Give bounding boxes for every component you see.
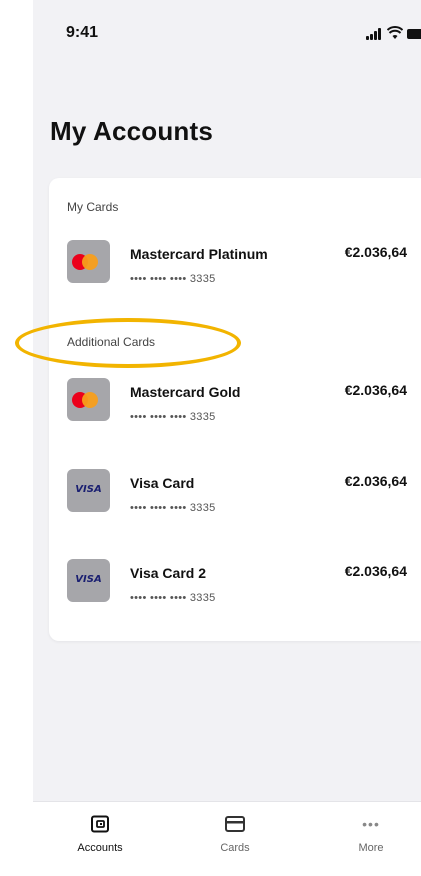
card-balance: €2.036,64 [344, 382, 407, 398]
status-bar: 9:41 [33, 0, 421, 70]
card-row[interactable]: VISA Visa Card 2 •••• •••• •••• 3335 €2.… [65, 559, 421, 609]
wifi-icon [387, 26, 403, 39]
card-row[interactable]: Mastercard Gold •••• •••• •••• 3335 €2.0… [65, 378, 421, 428]
tab-accounts[interactable]: Accounts [50, 802, 150, 876]
highlight-annotation-ellipse [15, 318, 241, 368]
card-number: •••• •••• •••• 3335 [130, 273, 216, 285]
card-number: •••• •••• •••• 3335 [130, 592, 216, 604]
card-name: Visa Card 2 [130, 565, 207, 581]
card-number: •••• •••• •••• 3335 [130, 502, 216, 514]
mastercard-logo-icon [67, 240, 110, 283]
more-dots-icon: ••• [362, 816, 380, 832]
tab-bar: Accounts Cards ••• More [33, 801, 421, 876]
accounts-card: My Cards Mastercard Platinum •••• •••• •… [49, 178, 421, 641]
battery-icon [407, 29, 421, 39]
page-title: My Accounts [50, 116, 214, 146]
mastercard-logo-icon [67, 378, 110, 421]
signal-icon [366, 28, 384, 40]
status-icons [361, 26, 421, 42]
visa-logo-icon: VISA [67, 469, 110, 512]
card-name: Mastercard Platinum [130, 246, 268, 262]
card-row[interactable]: Mastercard Platinum •••• •••• •••• 3335 … [65, 240, 421, 290]
card-name: Visa Card [130, 475, 195, 491]
card-number: •••• •••• •••• 3335 [130, 411, 216, 423]
card-name: Mastercard Gold [130, 384, 241, 400]
tab-more[interactable]: ••• More [321, 802, 421, 876]
card-balance: €2.036,64 [344, 563, 407, 579]
phone-screen: 9:41 My Accounts My Cards Mastercard Pla… [33, 0, 421, 876]
visa-logo-icon: VISA [67, 559, 110, 602]
wallet-icon [91, 815, 109, 833]
status-time: 9:41 [66, 24, 99, 41]
card-balance: €2.036,64 [344, 473, 407, 489]
tab-label-more: More [358, 842, 384, 854]
tab-label-cards: Cards [220, 842, 250, 854]
section-label-my-cards: My Cards [67, 200, 119, 214]
card-row[interactable]: VISA Visa Card •••• •••• •••• 3335 €2.03… [65, 469, 421, 519]
card-balance: €2.036,64 [344, 244, 407, 260]
tab-label-accounts: Accounts [77, 842, 123, 854]
credit-card-icon [225, 816, 245, 832]
tab-cards[interactable]: Cards [185, 802, 285, 876]
